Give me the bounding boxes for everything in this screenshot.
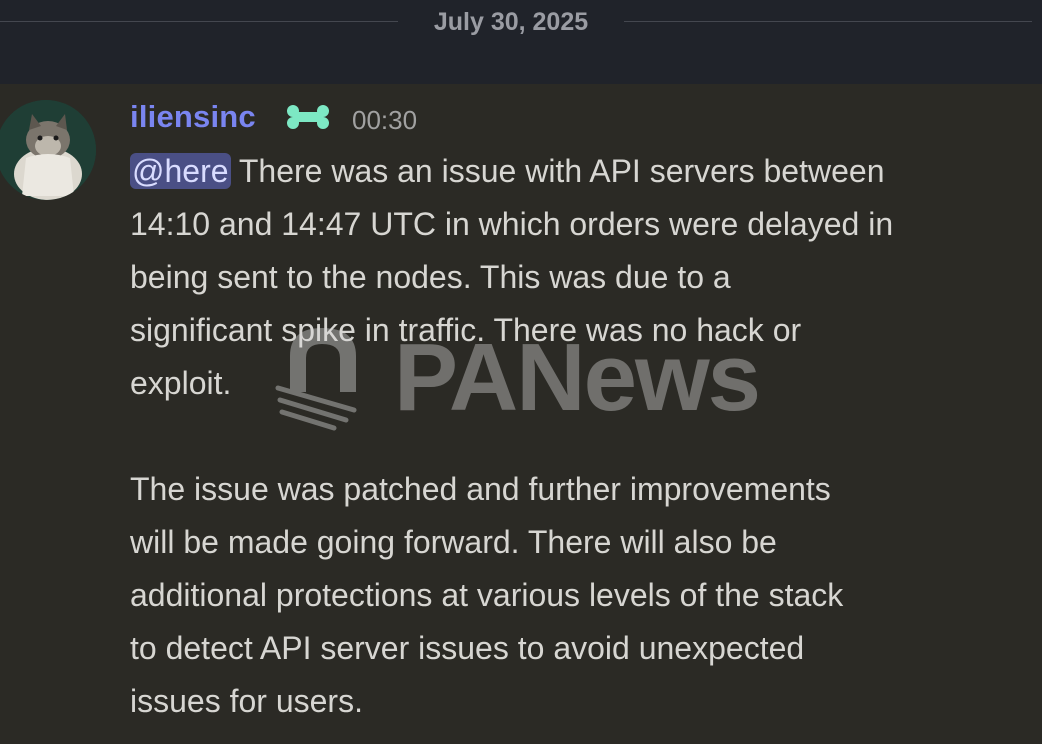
cat-avatar-icon	[0, 100, 96, 200]
message-line: to detect API server issues to avoid une…	[130, 630, 805, 666]
message-line: 14:10 and 14:47 UTC in which orders were…	[130, 206, 894, 242]
avatar[interactable]	[0, 100, 96, 200]
date-divider-label: July 30, 2025	[433, 8, 589, 36]
message-timestamp[interactable]: 00:30	[352, 104, 417, 136]
message-line: exploit.	[130, 365, 232, 401]
message-content: @here There was an issue with API server…	[130, 145, 1035, 728]
message-line: additional protections at various levels…	[130, 577, 844, 613]
message-line: will be made going forward. There will a…	[130, 524, 777, 560]
message-line: issues for users.	[130, 683, 363, 719]
message-line-text: There was an issue with API servers betw…	[230, 153, 885, 189]
message-paragraph-1: @here There was an issue with API server…	[130, 145, 1035, 410]
message-author[interactable]: iliensinc	[130, 98, 256, 136]
message-line: @here There was an issue with API server…	[130, 145, 1035, 198]
message-line: The issue was patched and further improv…	[130, 471, 831, 507]
message-line: significant spike in traffic. There was …	[130, 312, 802, 348]
date-divider: July 30, 2025	[0, 0, 1042, 84]
date-divider-line-left	[0, 21, 398, 22]
here-mention[interactable]: @here	[130, 153, 231, 189]
date-divider-line-right	[624, 21, 1032, 22]
message-paragraph-2: The issue was patched and further improv…	[130, 463, 1035, 728]
message-line: being sent to the nodes. This was due to…	[130, 259, 731, 295]
bone-badge-icon[interactable]	[286, 104, 330, 130]
